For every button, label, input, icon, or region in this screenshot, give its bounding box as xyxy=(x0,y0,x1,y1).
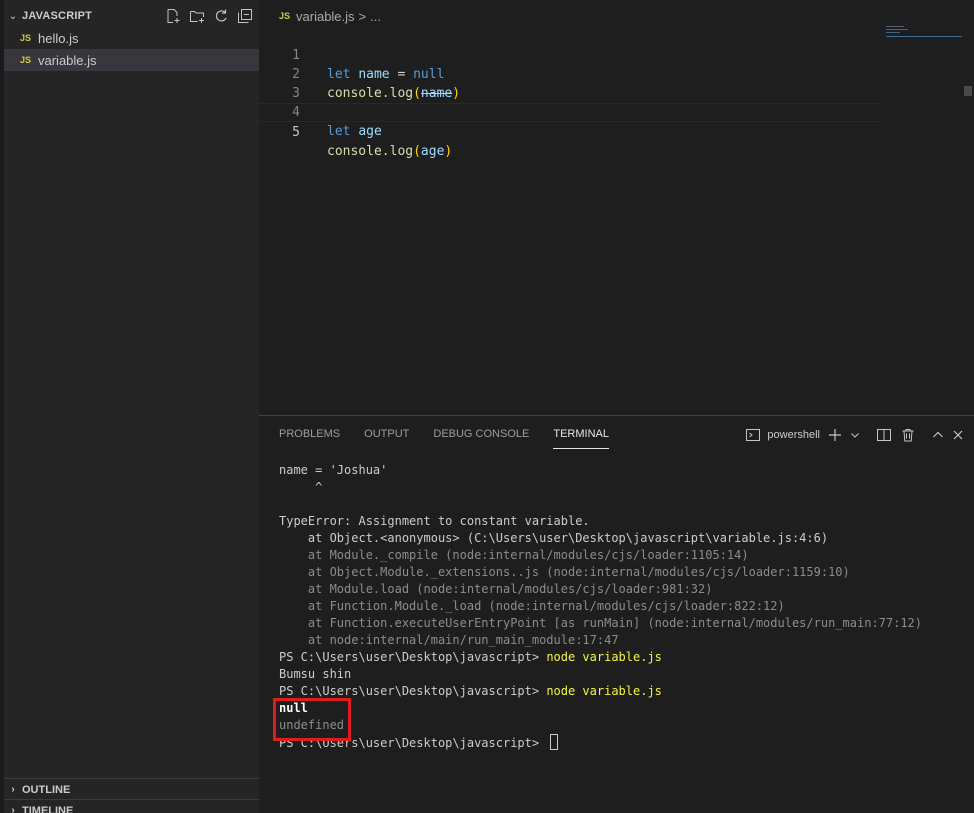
js-file-icon: JS xyxy=(279,11,291,21)
vertical-scrollbar[interactable] xyxy=(964,86,972,96)
function-call: console.log xyxy=(327,144,414,159)
new-terminal-icon[interactable] xyxy=(828,426,842,444)
js-file-icon: JS xyxy=(20,55,32,65)
code-editor[interactable]: JS variable.js > ... 1 let name = null 2… xyxy=(259,0,974,415)
chevron-right-icon: › xyxy=(11,784,15,795)
line-number: 5 xyxy=(292,125,300,140)
folder-title: JAVASCRIPT xyxy=(22,10,93,22)
breadcrumb-more[interactable]: ... xyxy=(370,9,381,24)
terminal-line: at Object.<anonymous> (C:\Users\user\Des… xyxy=(279,531,829,545)
identifier: age xyxy=(420,144,445,159)
breadcrumb: JS variable.js > ... xyxy=(279,7,381,25)
terminal-line: PS C:\Users\user\Desktop\javascript> nod… xyxy=(279,683,969,700)
identifier: age xyxy=(358,124,382,139)
code-line: 4 let age xyxy=(259,84,882,139)
timeline-section[interactable]: › TIMELINE xyxy=(4,799,259,813)
chevron-right-icon: › xyxy=(11,805,15,813)
code-line: 1 let name = null xyxy=(259,27,882,82)
terminal-line: ^ xyxy=(279,480,323,494)
code-line: 3 xyxy=(259,65,882,101)
new-folder-icon[interactable] xyxy=(189,8,205,24)
terminal-line: at Module._compile (node:internal/module… xyxy=(279,548,749,562)
terminal-line: null xyxy=(279,701,308,715)
file-item-hello-js[interactable]: JS hello.js xyxy=(4,27,259,49)
chevron-down-icon: ⌄ xyxy=(8,10,18,22)
annotation-highlight-box xyxy=(273,698,351,741)
shell-name: powershell xyxy=(767,429,820,441)
terminal-actions: powershell xyxy=(745,426,964,444)
terminal-line: at Function.Module._load (node:internal/… xyxy=(279,599,785,613)
terminal-line: at Object.Module._extensions..js (node:i… xyxy=(279,565,850,579)
outline-label: OUTLINE xyxy=(22,783,71,796)
code-line-current: 5 console.log(age) xyxy=(259,103,882,159)
file-item-variable-js[interactable]: JS variable.js xyxy=(4,49,259,71)
terminal-line: PS C:\Users\user\Desktop\javascript> nod… xyxy=(279,649,969,666)
terminal-prompt: PS C:\Users\user\Desktop\javascript> xyxy=(279,650,547,664)
minimap-slider[interactable] xyxy=(886,36,962,37)
terminal-line: Bumsu shin xyxy=(279,667,352,681)
panel-tabs: PROBLEMS OUTPUT DEBUG CONSOLE TERMINAL xyxy=(279,427,609,449)
activity-edge xyxy=(0,0,4,813)
new-file-icon[interactable] xyxy=(165,8,181,24)
terminal-shell-selector[interactable]: powershell xyxy=(745,426,820,444)
tab-terminal[interactable]: TERMINAL xyxy=(553,427,609,449)
code-area[interactable]: 1 let name = null 2 console.log(name) 3 … xyxy=(259,27,882,159)
terminal-line: at Module.load (node:internal/modules/cj… xyxy=(279,582,713,596)
explorer-actions xyxy=(165,6,253,26)
outline-section[interactable]: › OUTLINE xyxy=(4,778,259,800)
keyword: let xyxy=(327,124,351,139)
paren: ) xyxy=(444,144,453,159)
terminal-cursor xyxy=(550,734,559,750)
tab-debug-console[interactable]: DEBUG CONSOLE xyxy=(433,427,529,449)
code-line: 2 console.log(name) xyxy=(259,46,882,101)
terminal-line: at node:internal/main/run_main_module:17… xyxy=(279,633,619,647)
paren: ( xyxy=(413,144,421,159)
trash-icon[interactable] xyxy=(900,426,916,444)
terminal-command: node variable.js xyxy=(546,650,662,664)
explorer-sidebar: ⌄ JAVASCRIPT JS hello.js JS variable.js … xyxy=(0,0,259,813)
split-terminal-icon[interactable] xyxy=(876,426,892,444)
file-name: hello.js xyxy=(38,30,79,46)
terminal-line: undefined xyxy=(279,718,345,732)
maximize-panel-icon[interactable] xyxy=(932,426,944,444)
breadcrumb-separator: > xyxy=(358,8,367,24)
terminal-line: TypeError: Assignment to constant variab… xyxy=(279,514,590,528)
refresh-icon[interactable] xyxy=(213,8,229,24)
chevron-down-icon[interactable] xyxy=(850,426,860,444)
terminal-command: node variable.js xyxy=(546,684,662,698)
collapse-all-icon[interactable] xyxy=(237,8,253,24)
breadcrumb-file[interactable]: variable.js xyxy=(296,9,355,24)
terminal-icon xyxy=(746,429,761,441)
terminal-line: PS C:\Users\user\Desktop\javascript> xyxy=(279,734,969,751)
tab-output[interactable]: OUTPUT xyxy=(364,427,409,449)
terminal-line: name = 'Joshua' xyxy=(279,463,388,477)
explorer-folder-header[interactable]: ⌄ JAVASCRIPT xyxy=(4,6,259,26)
close-panel-icon[interactable] xyxy=(952,426,964,444)
terminal-prompt: PS C:\Users\user\Desktop\javascript> xyxy=(279,684,547,698)
terminal-output[interactable]: name = 'Joshua' ^ TypeError: Assignment … xyxy=(279,462,969,751)
js-file-icon: JS xyxy=(20,33,32,43)
file-name: variable.js xyxy=(38,52,97,68)
tab-problems[interactable]: PROBLEMS xyxy=(279,427,340,449)
timeline-label: TIMELINE xyxy=(22,804,74,813)
bottom-panel: PROBLEMS OUTPUT DEBUG CONSOLE TERMINAL p… xyxy=(259,415,974,813)
terminal-line: at Function.executeUserEntryPoint [as ru… xyxy=(279,616,922,630)
